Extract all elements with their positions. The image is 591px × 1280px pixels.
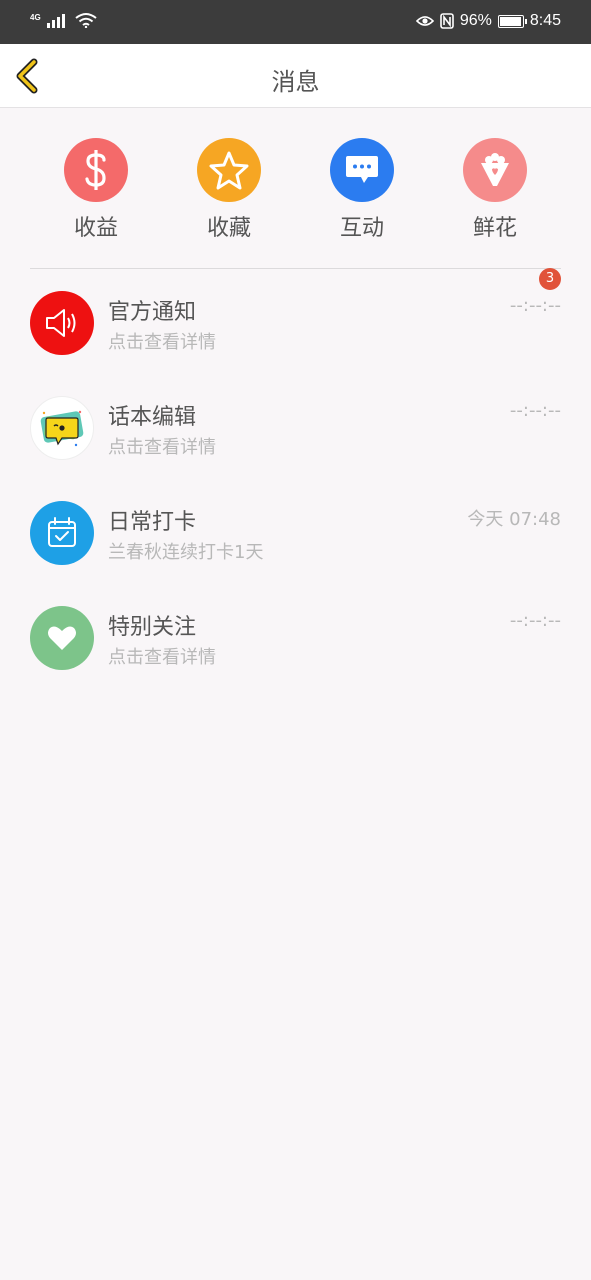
quick-action-interaction[interactable]: 互动 bbox=[307, 138, 417, 242]
message-title: 日常打卡 bbox=[108, 510, 197, 535]
message-time: --:--:-- bbox=[509, 400, 561, 421]
battery-icon bbox=[497, 14, 527, 28]
quick-action-favorites[interactable]: 收藏 bbox=[174, 138, 284, 242]
message-subtitle: 兰春秋连续打卡1天 bbox=[108, 542, 264, 563]
heart-icon bbox=[30, 606, 94, 670]
battery-percent: 96% bbox=[459, 12, 492, 29]
calendar-check-icon bbox=[30, 501, 94, 565]
nfc-icon bbox=[440, 13, 454, 29]
quick-action-label: 互动 bbox=[339, 216, 384, 241]
message-title: 话本编辑 bbox=[108, 405, 197, 430]
message-time: --:--:-- bbox=[509, 610, 561, 631]
battery-fill bbox=[499, 16, 521, 26]
message-subtitle: 点击查看详情 bbox=[108, 332, 216, 353]
status-right: 96% 8:45 bbox=[415, 12, 561, 30]
editor-avatar-icon bbox=[30, 396, 94, 460]
message-title: 官方通知 bbox=[108, 300, 197, 325]
star-icon bbox=[197, 138, 261, 202]
message-item-official-notice[interactable]: 官方通知 点击查看详情 --:--:-- bbox=[0, 269, 591, 374]
message-time: 今天 07:48 bbox=[467, 509, 561, 530]
chat-bubble-icon bbox=[330, 138, 394, 202]
message-item-special-follow[interactable]: 特别关注 点击查看详情 --:--:-- bbox=[0, 584, 591, 689]
quick-actions: 收益 收藏 互动 鲜花 bbox=[0, 108, 591, 268]
message-item-editor[interactable]: 话本编辑 点击查看详情 --:--:-- bbox=[0, 374, 591, 479]
message-item-daily-checkin[interactable]: 日常打卡 兰春秋连续打卡1天 今天 07:48 bbox=[0, 479, 591, 584]
wifi-icon bbox=[75, 13, 97, 28]
quick-action-earnings[interactable]: 收益 bbox=[41, 138, 151, 242]
flower-bouquet-icon bbox=[463, 138, 527, 202]
quick-action-label: 收藏 bbox=[206, 216, 251, 241]
message-list: 官方通知 点击查看详情 --:--:-- 话本编辑 点击查看详情 --:--:-… bbox=[0, 269, 591, 689]
quick-action-flowers[interactable]: 鲜花 bbox=[440, 138, 550, 242]
status-left: 4G bbox=[30, 12, 97, 28]
message-subtitle: 点击查看详情 bbox=[108, 437, 216, 458]
status-bar: 4G 96% 8:45 bbox=[0, 0, 591, 44]
network-type: 4G bbox=[30, 13, 41, 22]
quick-action-label: 鲜花 bbox=[472, 216, 517, 241]
nav-bar: 消息 bbox=[0, 44, 591, 108]
quick-action-label: 收益 bbox=[73, 216, 118, 241]
speaker-icon bbox=[30, 291, 94, 355]
message-time: --:--:-- bbox=[509, 295, 561, 316]
signal-icon bbox=[46, 14, 65, 28]
clock: 8:45 bbox=[529, 12, 561, 29]
page-title: 消息 bbox=[271, 68, 320, 96]
message-subtitle: 点击查看详情 bbox=[108, 647, 216, 668]
dollar-icon bbox=[64, 138, 128, 202]
unread-count-badge: 3 bbox=[539, 268, 561, 290]
message-title: 特别关注 bbox=[108, 615, 197, 640]
eye-icon bbox=[415, 16, 434, 26]
